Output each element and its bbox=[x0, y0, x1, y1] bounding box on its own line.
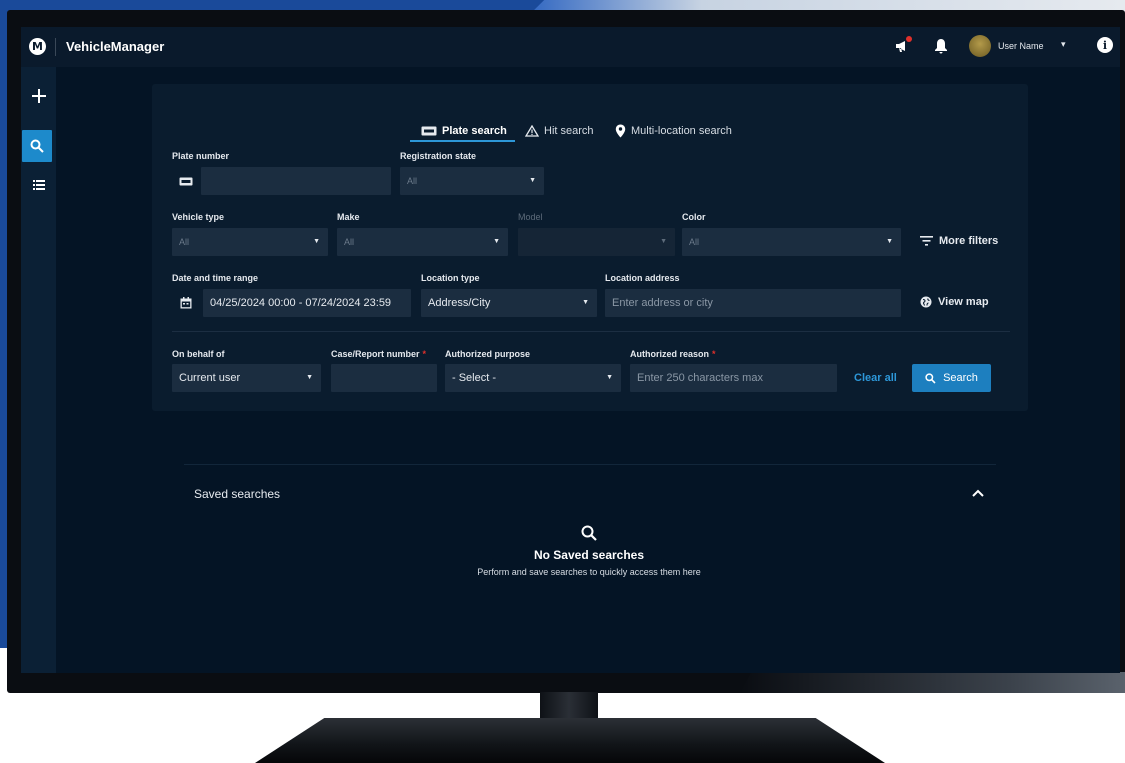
view-map-button[interactable]: View map bbox=[920, 296, 989, 308]
left-rail bbox=[21, 67, 56, 673]
chevron-down-icon: ▼ bbox=[313, 238, 320, 245]
more-filters-button[interactable]: More filters bbox=[920, 235, 998, 247]
case-number-input[interactable] bbox=[331, 364, 437, 392]
authorized-purpose-label: Authorized purpose bbox=[445, 349, 530, 359]
tab-label: Multi-location search bbox=[631, 125, 732, 137]
search-icon bbox=[925, 372, 936, 384]
user-menu-chevron-down-icon[interactable]: ▾ bbox=[1061, 39, 1066, 50]
notification-dot bbox=[906, 36, 912, 42]
case-number-label: Case/Report number * bbox=[331, 349, 426, 359]
monitor-stand-base bbox=[255, 718, 885, 763]
top-bar: M VehicleManager User Name ▾ i bbox=[21, 27, 1120, 67]
warning-icon bbox=[525, 125, 539, 137]
logo-divider bbox=[55, 38, 56, 56]
search-panel: Plate search Hit search Multi-location s… bbox=[152, 84, 1028, 411]
active-tab-indicator bbox=[410, 140, 515, 142]
chevron-down-icon: ▼ bbox=[886, 238, 893, 245]
empty-state-subtitle: Perform and save searches to quickly acc… bbox=[477, 567, 701, 577]
chevron-down-icon: ▼ bbox=[306, 374, 313, 381]
info-icon[interactable]: i bbox=[1097, 37, 1113, 53]
search-tabs: Plate search Hit search Multi-location s… bbox=[152, 118, 1028, 148]
chevron-down-icon: ▼ bbox=[606, 374, 613, 381]
registration-state-value: All bbox=[407, 176, 418, 186]
search-button-label: Search bbox=[943, 372, 978, 384]
vehicle-type-value: All bbox=[179, 237, 190, 247]
color-label: Color bbox=[682, 212, 706, 222]
user-name[interactable]: User Name bbox=[998, 41, 1044, 51]
empty-state-title: No Saved searches bbox=[533, 548, 645, 562]
chevron-down-icon: ▼ bbox=[529, 177, 536, 184]
on-behalf-of-label: On behalf of bbox=[172, 349, 225, 359]
case-number-label-text: Case/Report number bbox=[331, 349, 420, 359]
app-title: VehicleManager bbox=[66, 39, 165, 54]
location-pin-icon bbox=[615, 124, 626, 138]
filter-icon bbox=[920, 236, 933, 246]
view-map-label: View map bbox=[938, 296, 989, 308]
required-marker: * bbox=[712, 349, 716, 359]
add-icon[interactable] bbox=[21, 80, 56, 112]
vehicle-type-select[interactable]: All ▼ bbox=[172, 228, 328, 256]
location-address-input[interactable]: Enter address or city bbox=[605, 289, 901, 317]
date-range-label: Date and time range bbox=[172, 273, 259, 283]
search-button[interactable]: Search bbox=[912, 364, 991, 392]
announcement-icon[interactable] bbox=[892, 36, 912, 56]
model-select: ▼ bbox=[518, 228, 675, 256]
registration-state-select[interactable]: All ▼ bbox=[400, 167, 544, 195]
registration-state-label: Registration state bbox=[400, 151, 477, 161]
plate-number-label: Plate number bbox=[172, 151, 230, 161]
plate-icon bbox=[421, 126, 437, 136]
location-address-label: Location address bbox=[605, 273, 680, 283]
plate-icon bbox=[172, 167, 200, 195]
more-filters-label: More filters bbox=[939, 235, 999, 247]
saved-searches-title: Saved searches bbox=[194, 487, 281, 501]
authorized-reason-input[interactable]: Enter 250 characters max bbox=[630, 364, 837, 392]
tab-label: Hit search bbox=[544, 125, 594, 137]
make-value: All bbox=[344, 237, 355, 247]
authorized-purpose-select[interactable]: - Select - ▼ bbox=[445, 364, 621, 392]
app-screen: M VehicleManager User Name ▾ i Plate sea… bbox=[21, 27, 1120, 673]
vehicle-type-label: Vehicle type bbox=[172, 212, 225, 222]
saved-searches-divider bbox=[184, 464, 996, 465]
chevron-down-icon: ▼ bbox=[493, 238, 500, 245]
authorized-reason-label-text: Authorized reason bbox=[630, 349, 710, 359]
bell-icon[interactable] bbox=[931, 36, 951, 56]
color-value: All bbox=[689, 237, 700, 247]
calendar-icon[interactable] bbox=[172, 289, 200, 317]
make-select[interactable]: All ▼ bbox=[337, 228, 508, 256]
model-label: Model bbox=[518, 212, 543, 222]
color-select[interactable]: All ▼ bbox=[682, 228, 901, 256]
location-type-value: Address/City bbox=[428, 297, 491, 309]
date-range-input[interactable]: 04/25/2024 00:00 - 07/24/2024 23:59 bbox=[203, 289, 411, 317]
make-label: Make bbox=[337, 212, 360, 222]
avatar[interactable] bbox=[969, 35, 991, 57]
tab-multi-location-search[interactable]: Multi-location search bbox=[615, 118, 732, 144]
on-behalf-of-select[interactable]: Current user ▼ bbox=[172, 364, 321, 392]
authorized-reason-label: Authorized reason * bbox=[630, 349, 716, 359]
brand-logo-icon[interactable]: M bbox=[29, 38, 46, 55]
chevron-down-icon: ▼ bbox=[582, 299, 589, 306]
location-type-label: Location type bbox=[421, 273, 480, 283]
plate-number-input[interactable] bbox=[201, 167, 391, 195]
tab-label: Plate search bbox=[442, 125, 507, 137]
authorized-purpose-value: - Select - bbox=[452, 372, 497, 384]
empty-search-icon bbox=[580, 524, 598, 542]
list-icon[interactable] bbox=[21, 169, 56, 201]
globe-icon bbox=[920, 296, 932, 308]
chevron-down-icon: ▼ bbox=[660, 238, 667, 245]
panel-divider bbox=[172, 331, 1010, 332]
clear-all-button[interactable]: Clear all bbox=[854, 372, 897, 384]
chevron-up-icon[interactable] bbox=[970, 485, 986, 501]
monitor-sheen bbox=[740, 672, 1125, 693]
search-nav-icon[interactable] bbox=[22, 130, 52, 162]
on-behalf-of-value: Current user bbox=[179, 372, 241, 384]
required-marker: * bbox=[422, 349, 427, 359]
location-type-select[interactable]: Address/City ▼ bbox=[421, 289, 597, 317]
tab-hit-search[interactable]: Hit search bbox=[525, 118, 594, 144]
